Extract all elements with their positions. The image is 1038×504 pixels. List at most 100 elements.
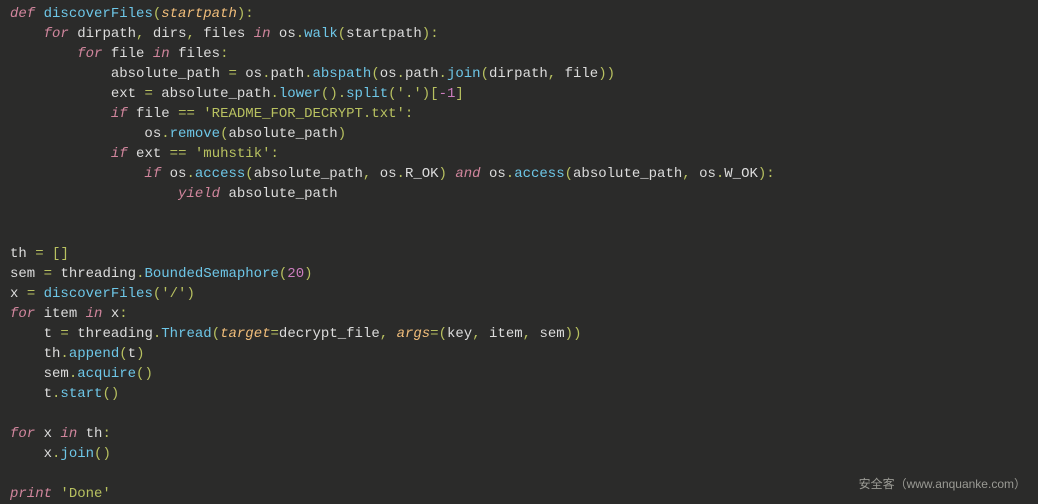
var-th: th bbox=[44, 346, 61, 362]
var-item: item bbox=[44, 306, 78, 322]
dot: . bbox=[397, 166, 405, 182]
fn-discoverFiles: discoverFiles bbox=[44, 286, 153, 302]
paren-open: ( bbox=[388, 86, 396, 102]
fn-start: start bbox=[60, 386, 102, 402]
paren-open: ( bbox=[153, 286, 161, 302]
paren-open: ( bbox=[102, 386, 110, 402]
kw-def: def bbox=[10, 6, 35, 22]
comma: , bbox=[472, 326, 480, 342]
assign: = bbox=[228, 66, 236, 82]
paren-open: ( bbox=[338, 26, 346, 42]
paren-close: ) bbox=[329, 86, 337, 102]
arg-absolute_path: absolute_path bbox=[573, 166, 682, 182]
watermark: 安全客（www.anquanke.com） bbox=[859, 474, 1026, 494]
bracket-close: ] bbox=[455, 86, 463, 102]
paren-close: ) bbox=[439, 166, 447, 182]
arg-dirpath: dirpath bbox=[489, 66, 548, 82]
kw-in: in bbox=[153, 46, 170, 62]
num-neg1: -1 bbox=[439, 86, 456, 102]
paren-open: ( bbox=[212, 326, 220, 342]
paren-close: ) bbox=[607, 66, 615, 82]
var-absolute_path: absolute_path bbox=[161, 86, 270, 102]
comma: , bbox=[523, 326, 531, 342]
fn-BoundedSemaphore: BoundedSemaphore bbox=[144, 266, 278, 282]
var-ext: ext bbox=[136, 146, 161, 162]
paren-close: ) bbox=[144, 366, 152, 382]
num-20: 20 bbox=[287, 266, 304, 282]
fn-Thread: Thread bbox=[161, 326, 211, 342]
paren-close: ) bbox=[598, 66, 606, 82]
kw-if: if bbox=[111, 146, 128, 162]
paren-close: ) bbox=[186, 286, 194, 302]
assign: = bbox=[35, 246, 43, 262]
paren-close: ) bbox=[565, 326, 573, 342]
var-decrypt_file: decrypt_file bbox=[279, 326, 380, 342]
colon: : bbox=[119, 306, 127, 322]
op-equals: == bbox=[178, 106, 195, 122]
arg-t: t bbox=[128, 346, 136, 362]
var-ext: ext bbox=[111, 86, 136, 102]
str-readme: 'README_FOR_DECRYPT.txt' bbox=[203, 106, 405, 122]
paren-close: ) bbox=[573, 326, 581, 342]
paren-open: ( bbox=[565, 166, 573, 182]
paren-close: ) bbox=[111, 386, 119, 402]
colon: : bbox=[405, 106, 413, 122]
mod-path: path bbox=[405, 66, 439, 82]
comma: , bbox=[186, 26, 194, 42]
arg-startpath: startpath bbox=[346, 26, 422, 42]
mod-os: os bbox=[380, 66, 397, 82]
var-files: files bbox=[178, 46, 220, 62]
comma: , bbox=[548, 66, 556, 82]
fn-access: access bbox=[514, 166, 564, 182]
var-x: x bbox=[111, 306, 119, 322]
str-root: '/' bbox=[161, 286, 186, 302]
arg-absolute_path: absolute_path bbox=[228, 126, 337, 142]
arg-file: file bbox=[565, 66, 599, 82]
var-t: t bbox=[44, 326, 52, 342]
colon: : bbox=[102, 426, 110, 442]
bracket-close: ] bbox=[60, 246, 68, 262]
dot: . bbox=[60, 346, 68, 362]
fn-join: join bbox=[447, 66, 481, 82]
mod-threading: threading bbox=[60, 266, 136, 282]
arg-item: item bbox=[489, 326, 523, 342]
var-sem: sem bbox=[44, 366, 69, 382]
assign: = bbox=[27, 286, 35, 302]
colon: : bbox=[430, 26, 438, 42]
paren-close: ) bbox=[422, 26, 430, 42]
fn-walk: walk bbox=[304, 26, 338, 42]
kw-and: and bbox=[455, 166, 480, 182]
dot: . bbox=[506, 166, 514, 182]
comma: , bbox=[363, 166, 371, 182]
bracket-open: [ bbox=[430, 86, 438, 102]
fn-lower: lower bbox=[279, 86, 321, 102]
paren-close: ) bbox=[102, 446, 110, 462]
fn-remove: remove bbox=[170, 126, 220, 142]
param-startpath: startpath bbox=[161, 6, 237, 22]
kw-if: if bbox=[111, 106, 128, 122]
kw-for: for bbox=[10, 426, 35, 442]
comma: , bbox=[682, 166, 690, 182]
str-muhstik: 'muhstik' bbox=[195, 146, 271, 162]
const-W_OK: W_OK bbox=[724, 166, 758, 182]
dot: . bbox=[296, 26, 304, 42]
var-dirs: dirs bbox=[153, 26, 187, 42]
paren-open: ( bbox=[439, 326, 447, 342]
mod-os: os bbox=[699, 166, 716, 182]
var-absolute_path: absolute_path bbox=[111, 66, 220, 82]
var-file: file bbox=[111, 46, 145, 62]
dot: . bbox=[153, 326, 161, 342]
dot: . bbox=[186, 166, 194, 182]
paren-close: ) bbox=[338, 126, 346, 142]
assign: = bbox=[144, 86, 152, 102]
dot: . bbox=[338, 86, 346, 102]
mod-os: os bbox=[170, 166, 187, 182]
kw-for: for bbox=[77, 46, 102, 62]
assign: = bbox=[430, 326, 438, 342]
dot: . bbox=[439, 66, 447, 82]
assign: = bbox=[44, 266, 52, 282]
fn-split: split bbox=[346, 86, 388, 102]
mod-os: os bbox=[144, 126, 161, 142]
var-absolute_path: absolute_path bbox=[228, 186, 337, 202]
var-t: t bbox=[44, 386, 52, 402]
